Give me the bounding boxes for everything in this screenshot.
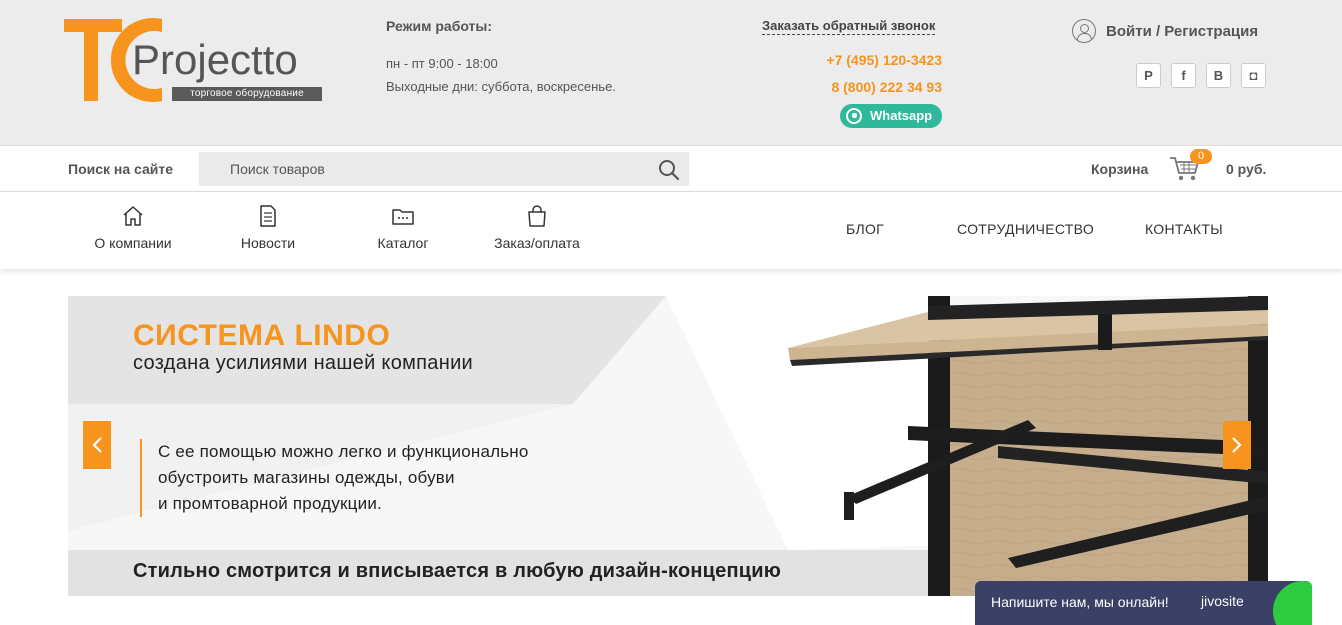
slide-body-line: обустроить магазины одежды, обуви [158,468,455,487]
nav-catalog-label: Каталог [377,235,429,251]
working-hours: Режим работы: пн - пт 9:00 - 18:00 Выход… [386,18,616,98]
slide-body: С ее помощью можно легко и функционально… [140,439,529,517]
home-icon [123,206,143,226]
top-header: Projectto торговое оборудование Режим ра… [0,0,1342,145]
whatsapp-label: Whatsapp [870,108,933,123]
nav-order-payment-label: Заказ/оплата [494,235,580,251]
slide-body-line: и промтоварной продукции. [158,494,382,513]
nav-news[interactable]: Новости [236,204,300,260]
slide-footer: Стильно смотрится и вписывается в любую … [133,560,782,582]
vk-icon[interactable]: B [1206,63,1231,88]
cart-count-badge: 0 [1190,149,1212,164]
phone-tollfree[interactable]: 8 (800) 222 34 93 [831,79,942,95]
nav-about-label: О компании [94,235,172,251]
hero-slider: СИСТЕМА LINDO создана усилиями нашей ком… [68,296,1268,596]
whatsapp-icon [846,108,862,124]
search-icon[interactable] [658,159,680,181]
hours-weekends: Выходные дни: суббота, воскресенье. [386,79,616,94]
nav-news-label: Новости [240,235,296,251]
pinterest-icon[interactable]: P [1136,63,1161,88]
chat-status-icon [1273,581,1312,625]
cart-label[interactable]: Корзина [1091,161,1148,177]
login-label: Войти / Регистрация [1106,22,1259,40]
slider-next-button[interactable] [1223,421,1251,469]
site-logo[interactable]: Projectto торговое оборудование [62,16,332,106]
folder-icon [392,209,414,225]
slide-subtitle: создана усилиями нашей компании [133,352,474,374]
nav-order-payment[interactable]: Заказ/оплата [488,204,586,260]
phone-moscow[interactable]: +7 (495) 120-3423 [826,52,942,68]
login-register-link[interactable]: Войти / Регистрация [1072,18,1258,44]
nav-contacts[interactable]: КОНТАКТЫ [1145,221,1223,237]
slide-title: СИСТЕМА LINDO [133,319,391,352]
search-input[interactable] [199,152,649,186]
instagram-icon[interactable]: ◘ [1241,63,1266,88]
social-links: P f B ◘ [1136,63,1266,88]
search-row: Поиск на сайте Корзина 0 0 руб. [0,145,1342,192]
chevron-right-icon [1232,437,1242,453]
chevron-left-icon [92,437,102,453]
hours-weekdays: пн - пт 9:00 - 18:00 [386,56,498,71]
chat-widget[interactable]: Напишите нам, мы онлайн! jivosite [975,581,1312,625]
nav-cooperation[interactable]: СОТРУДНИЧЕСТВО [957,221,1094,237]
logo-text: Projectto [132,36,298,83]
nav-catalog[interactable]: Каталог [372,204,434,260]
callback-link[interactable]: Заказать обратный звонок [762,18,936,35]
search-box [199,152,689,186]
slide-body-line: С ее помощью можно легко и функционально [158,442,529,461]
shopping-bag-icon [528,205,546,227]
nav-blog[interactable]: БЛОГ [846,221,884,237]
search-label: Поиск на сайте [68,161,174,177]
document-icon [260,205,276,227]
hours-title: Режим работы: [386,18,493,34]
logo-tagline: торговое оборудование [172,87,322,101]
chat-prompt: Напишите нам, мы онлайн! [991,594,1169,610]
slider-prev-button[interactable] [83,421,111,469]
chat-brand: jivosite [1201,593,1244,609]
main-nav: О компании Новости Каталог Заказ/оплата … [0,192,1342,269]
whatsapp-button[interactable]: Whatsapp [840,104,942,128]
cart-sum: 0 руб. [1226,161,1267,177]
nav-about[interactable]: О компании [90,204,176,260]
facebook-icon[interactable]: f [1171,63,1196,88]
user-icon [1072,19,1096,43]
